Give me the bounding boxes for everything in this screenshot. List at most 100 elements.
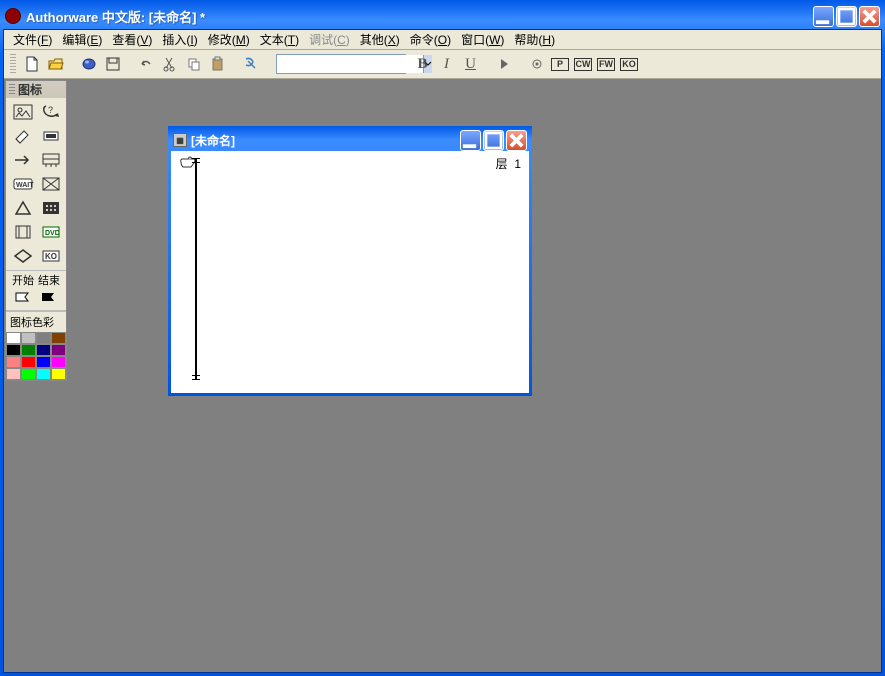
workspace: 图标 ? WAIT DVD KO [4,79,881,672]
end-label: 结束 [38,272,60,288]
child-maximize-button[interactable] [483,130,504,151]
undo-button[interactable] [134,53,157,75]
erase-icon[interactable] [9,125,37,147]
interaction-icon[interactable] [9,197,37,219]
color-swatch-1[interactable] [21,332,36,344]
navigate-icon[interactable] [9,149,37,171]
color-swatch-11[interactable] [51,356,66,368]
knowledge-icon[interactable]: KO [37,245,65,267]
child-window: ▦ [未命名] 层 1 [168,126,532,396]
inner-frame: 文件(F)编辑(E)查看(V)插入(I)修改(M)文本(T)调试(C)其他(X)… [3,29,882,673]
color-swatch-3[interactable] [51,332,66,344]
run-button[interactable] [492,53,515,75]
copy-button[interactable] [182,53,205,75]
underline-button[interactable]: U [459,53,482,75]
menu-h[interactable]: 帮助(H) [509,29,560,50]
svg-text:KO: KO [45,252,57,261]
child-close-button[interactable] [506,130,527,151]
main-window: Authorware 中文版: [未命名] * 文件(F)编辑(E)查看(V)插… [0,0,885,676]
font-dropdown[interactable] [276,54,406,74]
color-swatch-14[interactable] [36,368,51,380]
color-swatch-5[interactable] [21,344,36,356]
decision-icon[interactable] [37,173,65,195]
color-swatch-9[interactable] [21,356,36,368]
menu-f[interactable]: 文件(F) [8,29,57,50]
menu-c: 调试(C) [304,29,355,50]
flowline-area[interactable]: 层 1 [171,151,529,393]
color-swatch-6[interactable] [36,344,51,356]
italic-button[interactable]: I [435,53,458,75]
layer-number: 1 [514,157,521,171]
toolbar: B I U P CW FW KO [4,50,881,79]
color-title: 图标色彩 [6,311,66,332]
palette-title[interactable]: 图标 [6,81,66,98]
motion-icon[interactable]: ? [37,101,65,123]
start-label: 开始 [12,272,34,288]
icon-palette: 图标 ? WAIT DVD KO [5,80,67,381]
start-flag-icon[interactable] [14,291,32,308]
menu-w[interactable]: 窗口(W) [456,29,509,50]
svg-text:?: ? [48,105,53,115]
wait-text-icon[interactable]: WAIT [9,173,37,195]
sound-icon[interactable] [9,245,37,267]
window-controls [813,6,880,27]
new-button[interactable] [20,53,43,75]
toolbar-grip[interactable] [10,54,16,74]
flowline[interactable] [195,159,197,379]
svg-text:WAIT: WAIT [16,182,34,189]
app-icon [5,8,21,24]
wait-icon-alt[interactable] [37,125,65,147]
calculation-icon[interactable] [37,197,65,219]
color-swatch-10[interactable] [36,356,51,368]
flag-row [6,289,66,311]
color-swatch-0[interactable] [6,332,21,344]
maximize-button[interactable] [836,6,857,27]
child-title: [未命名] [191,132,460,149]
menu-x[interactable]: 其他(X) [355,29,405,50]
minimize-button[interactable] [813,6,834,27]
color-swatch-4[interactable] [6,344,21,356]
child-minimize-button[interactable] [460,130,481,151]
display-icon[interactable] [9,101,37,123]
library-button[interactable] [77,53,100,75]
save-button[interactable] [101,53,124,75]
svg-text:DVD: DVD [45,230,60,237]
color-swatch-13[interactable] [21,368,36,380]
layer-label: 层 [496,157,508,171]
flag-labels: 开始 结束 [6,270,66,289]
cw-box-button[interactable]: CW [574,58,592,71]
menu-t[interactable]: 文本(T) [255,29,304,50]
menubar: 文件(F)编辑(E)查看(V)插入(I)修改(M)文本(T)调试(C)其他(X)… [4,30,881,50]
find-button[interactable] [239,53,262,75]
fw-box-button[interactable]: FW [597,58,615,71]
menu-m[interactable]: 修改(M) [203,29,255,50]
close-button[interactable] [859,6,880,27]
color-grid [6,332,66,380]
menu-e[interactable]: 编辑(E) [57,29,107,50]
font-input[interactable] [277,55,423,73]
menu-i[interactable]: 插入(I) [157,29,202,50]
menu-o[interactable]: 命令(O) [405,29,456,50]
map-icon[interactable] [9,221,37,243]
main-titlebar[interactable]: Authorware 中文版: [未命名] * [3,3,882,29]
palette-grid: ? WAIT DVD KO [6,98,66,270]
digital-movie-icon[interactable]: DVD [37,221,65,243]
stop-flag-icon[interactable] [40,291,58,308]
cut-button[interactable] [158,53,181,75]
layer-info: 层 1 [496,155,521,172]
color-swatch-15[interactable] [51,368,66,380]
child-titlebar[interactable]: ▦ [未命名] [171,129,529,151]
open-button[interactable] [44,53,67,75]
color-swatch-7[interactable] [51,344,66,356]
title-text: Authorware 中文版: [未命名] * [26,7,813,26]
color-swatch-8[interactable] [6,356,21,368]
menu-v[interactable]: 查看(V) [107,29,157,50]
control-panel-button[interactable] [525,53,548,75]
color-swatch-12[interactable] [6,368,21,380]
p-box-button[interactable]: P [551,58,569,71]
framework-icon[interactable] [37,149,65,171]
bold-button[interactable]: B [411,53,434,75]
ko-box-button[interactable]: KO [620,58,638,71]
paste-button[interactable] [206,53,229,75]
color-swatch-2[interactable] [36,332,51,344]
